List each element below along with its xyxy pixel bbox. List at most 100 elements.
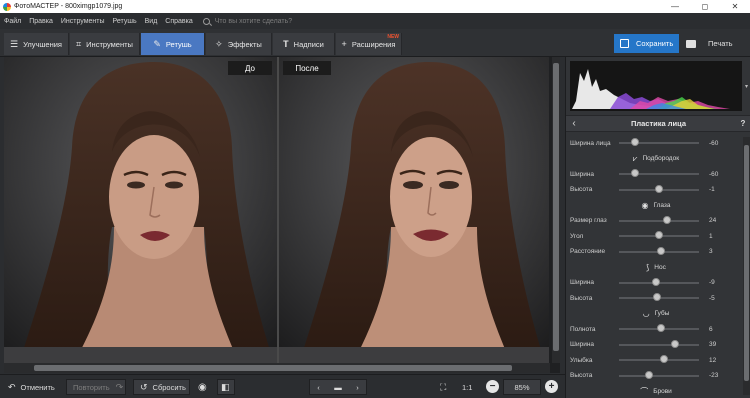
slider-handle[interactable] bbox=[655, 231, 663, 239]
slider-track[interactable] bbox=[619, 370, 699, 379]
vertical-scrollbar[interactable] bbox=[552, 57, 560, 363]
previous-image-icon[interactable]: ‹ bbox=[317, 383, 320, 392]
tab-label: Инструменты bbox=[86, 39, 133, 49]
minimize-button[interactable]: — bbox=[660, 2, 690, 11]
tab-text[interactable]: T Надписи bbox=[273, 33, 335, 55]
collapse-icon[interactable]: ▾ bbox=[743, 61, 750, 111]
tab-tools[interactable]: ⌗ Инструменты bbox=[70, 33, 140, 55]
after-image bbox=[279, 57, 549, 363]
slider-row-12: Полнота 6 bbox=[570, 323, 740, 335]
tab-enhancements[interactable]: ☰ Улучшения bbox=[4, 33, 69, 55]
slider-track[interactable] bbox=[619, 339, 699, 348]
slider-handle[interactable] bbox=[645, 370, 654, 379]
tab-label: Эффекты bbox=[227, 39, 262, 49]
slider-row-6: Угол 1 bbox=[570, 230, 740, 242]
search-input[interactable]: Что вы хотите сделать? bbox=[215, 18, 292, 25]
slider-value: -9 bbox=[709, 279, 715, 286]
tab-retouch[interactable]: ✎ Ретушь bbox=[141, 33, 205, 55]
slider-row-2: Ширина -60 bbox=[570, 168, 740, 180]
menu-help[interactable]: Справка bbox=[165, 18, 192, 25]
close-button[interactable]: ✕ bbox=[720, 2, 750, 11]
menu-file[interactable]: Файл bbox=[4, 18, 21, 25]
slider-handle[interactable] bbox=[663, 215, 671, 224]
group-label: Нос bbox=[654, 263, 666, 271]
menu-bar: Файл Правка Инструменты Ретушь Вид Справ… bbox=[0, 13, 750, 29]
group-label: Глаза bbox=[653, 201, 671, 209]
preview-eye-icon[interactable]: ◉ bbox=[198, 379, 207, 395]
reset-button[interactable]: ↺ Сбросить bbox=[133, 379, 190, 395]
zoom-out-icon[interactable]: − bbox=[486, 380, 499, 393]
undo-label: Отменить bbox=[20, 382, 55, 392]
back-arrow-icon[interactable]: ‹ bbox=[566, 118, 582, 129]
image-viewer[interactable]: До После bbox=[4, 57, 560, 373]
slider-handle[interactable] bbox=[671, 339, 679, 348]
slider-handle[interactable] bbox=[655, 184, 663, 193]
tab-effects[interactable]: ✧ Эффекты bbox=[206, 33, 272, 55]
reset-label: Сбросить bbox=[152, 382, 186, 392]
menu-tools[interactable]: Инструменты bbox=[61, 18, 105, 25]
save-button[interactable]: Сохранить bbox=[614, 34, 679, 53]
slider-row-14: Улыбка 12 bbox=[570, 354, 740, 366]
slider-handle[interactable] bbox=[659, 355, 668, 363]
group-label: Подбородок bbox=[642, 155, 680, 162]
panel-scrollbar[interactable] bbox=[743, 137, 750, 395]
slider-row-9: Ширина -9 bbox=[570, 277, 740, 289]
compare-mode-icon[interactable]: ◧ bbox=[217, 379, 235, 395]
zoom-level-field[interactable]: 85% bbox=[503, 379, 541, 395]
window-controls: — ◻ ✕ bbox=[660, 2, 750, 11]
slider-handle[interactable] bbox=[651, 277, 660, 286]
undo-button[interactable]: ↶ Отменить bbox=[8, 379, 55, 395]
slider-value: -60 bbox=[709, 139, 719, 147]
redo-icon: ↷ bbox=[115, 381, 124, 392]
slider-track[interactable] bbox=[619, 293, 699, 301]
slider-row-13: Ширина 39 bbox=[570, 339, 740, 351]
maximize-button[interactable]: ◻ bbox=[690, 2, 720, 11]
slider-value: 1 bbox=[709, 232, 713, 240]
horizontal-scrollbar[interactable] bbox=[4, 363, 550, 373]
group-label: Губы bbox=[654, 310, 670, 317]
slider-row-3: Высота -1 bbox=[570, 184, 740, 196]
slider-label: Ширина лица bbox=[570, 139, 611, 147]
slider-track[interactable] bbox=[619, 246, 699, 255]
tab-extensions[interactable]: + Расширения NEW bbox=[336, 33, 402, 55]
right-panel: ▾ ‹ Пластика лица ? Ширина лица -60 ⩗ Подбо… bbox=[565, 57, 750, 398]
scroll-thumb[interactable] bbox=[34, 365, 512, 371]
menu-retouch[interactable]: Ретушь bbox=[113, 18, 137, 25]
image-navigator: ‹ ▬ › bbox=[309, 379, 367, 395]
slider-track[interactable] bbox=[619, 231, 699, 239]
slider-handle[interactable] bbox=[656, 246, 665, 255]
search-box[interactable]: Что вы хотите сделать? bbox=[202, 17, 292, 25]
slider-label: Полнота bbox=[570, 325, 596, 333]
slider-track[interactable] bbox=[619, 138, 699, 146]
folder-icon[interactable]: ▬ bbox=[334, 383, 342, 392]
scroll-thumb[interactable] bbox=[553, 63, 559, 351]
next-image-icon[interactable]: › bbox=[356, 383, 359, 392]
fit-to-screen-icon[interactable]: ⛶ bbox=[440, 379, 446, 395]
slider-handle[interactable] bbox=[656, 324, 665, 332]
slider-handle[interactable] bbox=[631, 169, 639, 177]
slider-track[interactable] bbox=[619, 184, 699, 193]
slider-track[interactable] bbox=[619, 215, 699, 224]
slider-handle[interactable] bbox=[653, 293, 662, 301]
slider-track[interactable] bbox=[619, 169, 699, 177]
print-button[interactable]: Печать bbox=[680, 34, 750, 53]
brow-icon: ⌒ bbox=[640, 386, 649, 396]
menu-edit[interactable]: Правка bbox=[29, 18, 53, 25]
slider-handle[interactable] bbox=[631, 138, 639, 146]
help-icon[interactable]: ? bbox=[735, 119, 750, 128]
actual-size-button[interactable]: 1:1 bbox=[462, 379, 472, 395]
scroll-thumb[interactable] bbox=[744, 145, 749, 381]
slider-value: 6 bbox=[709, 325, 713, 333]
sliders-icon: ☰ bbox=[10, 38, 19, 49]
slider-row-5: Размер глаз 24 bbox=[570, 215, 740, 227]
tab-label: Улучшения bbox=[23, 39, 62, 49]
menu-view[interactable]: Вид bbox=[145, 18, 158, 25]
slider-track[interactable] bbox=[619, 277, 699, 286]
slider-track[interactable] bbox=[619, 355, 699, 363]
slider-track[interactable] bbox=[619, 324, 699, 332]
redo-button[interactable]: Повторить ↷ bbox=[66, 379, 126, 395]
zoom-in-icon[interactable]: + bbox=[545, 380, 558, 393]
group-label: Брови bbox=[653, 387, 672, 395]
nose-icon: ⟆ bbox=[646, 262, 650, 272]
slider-label: Высота bbox=[570, 372, 593, 379]
